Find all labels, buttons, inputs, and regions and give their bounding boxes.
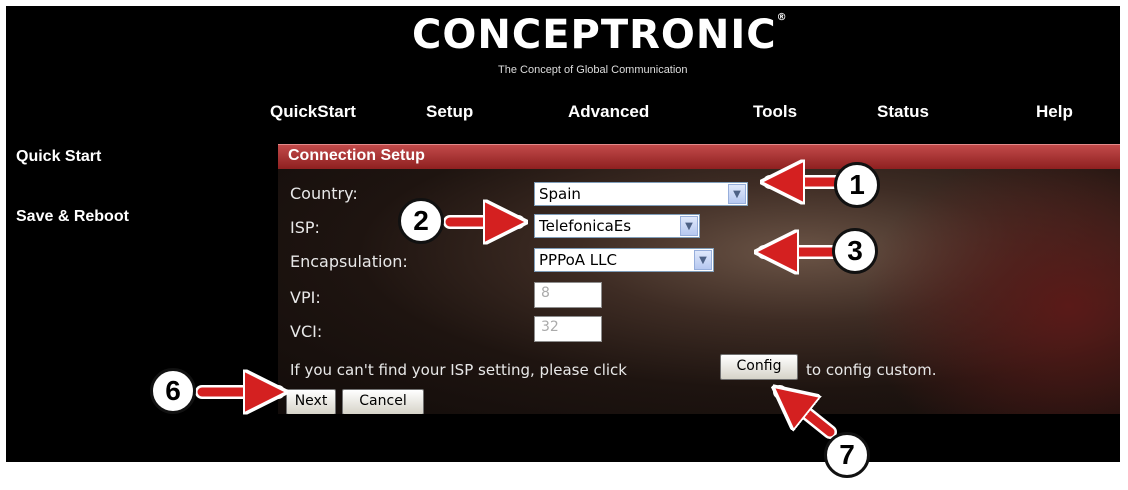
callout-6: 6 bbox=[150, 368, 196, 414]
callout-3: 3 bbox=[832, 228, 878, 274]
callout-2: 2 bbox=[398, 198, 444, 244]
callout-7: 7 bbox=[824, 432, 870, 478]
callout-1: 1 bbox=[834, 162, 880, 208]
annotation-arrows bbox=[195, 0, 847, 439]
